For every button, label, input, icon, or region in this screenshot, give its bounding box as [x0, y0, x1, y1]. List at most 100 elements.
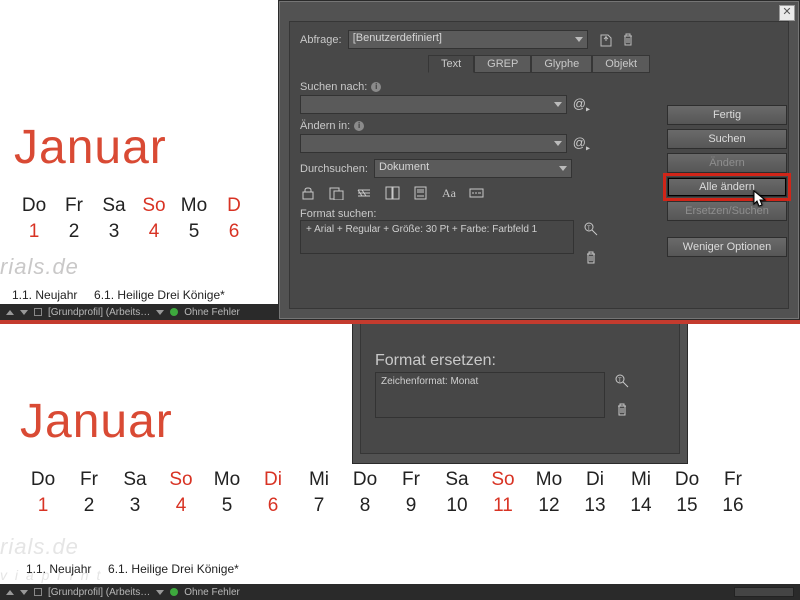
dropdown-icon[interactable]	[156, 590, 164, 595]
special-char-icon[interactable]: @▸	[573, 96, 590, 114]
weekday-cell: Mo	[174, 193, 214, 219]
query-label: Abfrage:	[300, 34, 342, 46]
find-label: Suchen nach:	[300, 81, 367, 93]
nav-next-icon[interactable]	[20, 310, 28, 315]
month-title: Januar	[20, 394, 780, 449]
date-cell: 4	[158, 493, 204, 519]
svg-text:T: T	[587, 226, 591, 232]
weekday-cell: Do	[20, 467, 66, 493]
note-koenige: 6.1. Heilige Drei Könige*	[94, 288, 225, 302]
locked-stories-icon[interactable]	[328, 184, 346, 202]
clear-format-icon[interactable]	[582, 248, 600, 266]
status-ok-icon	[170, 308, 178, 316]
done-button[interactable]: Fertig	[667, 105, 787, 125]
date-cell: 14	[618, 493, 664, 519]
status-right-box	[734, 587, 794, 597]
date-cell: 10	[434, 493, 480, 519]
profile-label: [Grundprofil] (Arbeits…	[48, 307, 150, 318]
find-button[interactable]: Suchen	[667, 129, 787, 149]
weekday-cell: Di	[250, 467, 296, 493]
note-neujahr: 1.1. Neujahr	[12, 288, 77, 302]
weekday-cell: Sa	[434, 467, 480, 493]
weekday-cell: D	[214, 193, 254, 219]
find-change-dialog: ✕ Abfrage: [Benutzerdefiniert] Text GREP…	[278, 0, 800, 320]
weekday-cell: Do	[342, 467, 388, 493]
date-cell: 2	[66, 493, 112, 519]
specify-format-icon[interactable]: T	[613, 372, 631, 390]
weekday-cell: Do	[664, 467, 710, 493]
errors-label: Ohne Fehler	[184, 307, 240, 318]
date-cell: 9	[388, 493, 434, 519]
info-icon: i	[371, 82, 381, 92]
svg-text:T: T	[618, 378, 622, 384]
change-button: Ändern	[667, 153, 787, 173]
watermark: rials.de	[0, 254, 79, 280]
nav-next-icon[interactable]	[20, 590, 28, 595]
weekday-cell: So	[134, 193, 174, 219]
date-cell: 15	[664, 493, 710, 519]
status-ok-icon	[170, 588, 178, 596]
footnotes-icon[interactable]	[412, 184, 430, 202]
scope-value: Dokument	[379, 161, 429, 173]
profile-label: [Grundprofil] (Arbeits…	[48, 587, 150, 598]
tab-glyphe[interactable]: Glyphe	[531, 55, 592, 73]
whole-word-icon[interactable]	[468, 184, 486, 202]
special-char-icon[interactable]: @▸	[573, 135, 590, 153]
month-title: Januar	[14, 120, 274, 175]
week-table-top: DoFrSaSoMoD 123456	[14, 193, 254, 245]
search-option-icons: Aa	[300, 184, 600, 202]
weekday-cell: Mi	[296, 467, 342, 493]
weekday-cell: Fr	[66, 467, 112, 493]
change-format-label: Format ersetzen:	[375, 352, 669, 370]
find-input[interactable]	[300, 95, 567, 114]
scope-dropdown[interactable]: Dokument	[374, 159, 572, 178]
date-cell: 4	[134, 219, 174, 245]
date-cell: 1	[20, 493, 66, 519]
delete-query-icon[interactable]	[620, 32, 636, 48]
date-cell: 1	[14, 219, 54, 245]
date-cell: 6	[250, 493, 296, 519]
date-cell: 12	[526, 493, 572, 519]
action-buttons: Fertig Suchen Ändern Alle ändern Ersetze…	[667, 71, 787, 257]
date-cell: 13	[572, 493, 618, 519]
weekday-cell: So	[480, 467, 526, 493]
change-label: Ändern in:	[300, 120, 350, 132]
date-cell: 3	[94, 219, 134, 245]
weekday-cell: Do	[14, 193, 54, 219]
hidden-layers-icon[interactable]	[356, 184, 374, 202]
date-cell: 16	[710, 493, 756, 519]
locked-layers-icon[interactable]	[300, 184, 318, 202]
find-format-label: Format suchen:	[300, 208, 600, 220]
date-cell: 8	[342, 493, 388, 519]
page-icon	[34, 308, 42, 316]
weekday-cell: Mi	[618, 467, 664, 493]
tab-objekt[interactable]: Objekt	[592, 55, 650, 73]
dropdown-icon[interactable]	[156, 310, 164, 315]
change-input[interactable]	[300, 134, 567, 153]
save-query-icon[interactable]	[598, 32, 614, 48]
close-icon[interactable]: ✕	[779, 5, 795, 21]
change-all-button[interactable]: Alle ändern	[667, 177, 787, 197]
calendar-notes-bottom: 1.1. Neujahr 6.1. Heilige Drei Könige*	[26, 562, 239, 576]
case-sensitive-icon[interactable]: Aa	[440, 184, 458, 202]
tab-grep[interactable]: GREP	[474, 55, 531, 73]
find-format-box[interactable]: + Arial + Regular + Größe: 30 Pt + Farbe…	[300, 220, 574, 254]
weekday-cell: Fr	[710, 467, 756, 493]
date-cell: 3	[112, 493, 158, 519]
page-icon	[34, 588, 42, 596]
nav-prev-icon[interactable]	[6, 590, 14, 595]
weekday-cell: Fr	[388, 467, 434, 493]
query-dropdown[interactable]: [Benutzerdefiniert]	[348, 30, 588, 49]
fewer-options-button[interactable]: Weniger Optionen	[667, 237, 787, 257]
weekday-cell: Fr	[54, 193, 94, 219]
master-pages-icon[interactable]	[384, 184, 402, 202]
nav-prev-icon[interactable]	[6, 310, 14, 315]
note-koenige: 6.1. Heilige Drei Könige*	[108, 562, 239, 576]
specify-format-icon[interactable]: T	[582, 220, 600, 238]
watermark: rials.dev i a p r i n t	[0, 534, 102, 586]
date-cell: 5	[204, 493, 250, 519]
errors-label: Ohne Fehler	[184, 587, 240, 598]
tab-text[interactable]: Text	[428, 55, 474, 73]
info-icon: i	[354, 121, 364, 131]
query-value: [Benutzerdefiniert]	[353, 32, 442, 44]
